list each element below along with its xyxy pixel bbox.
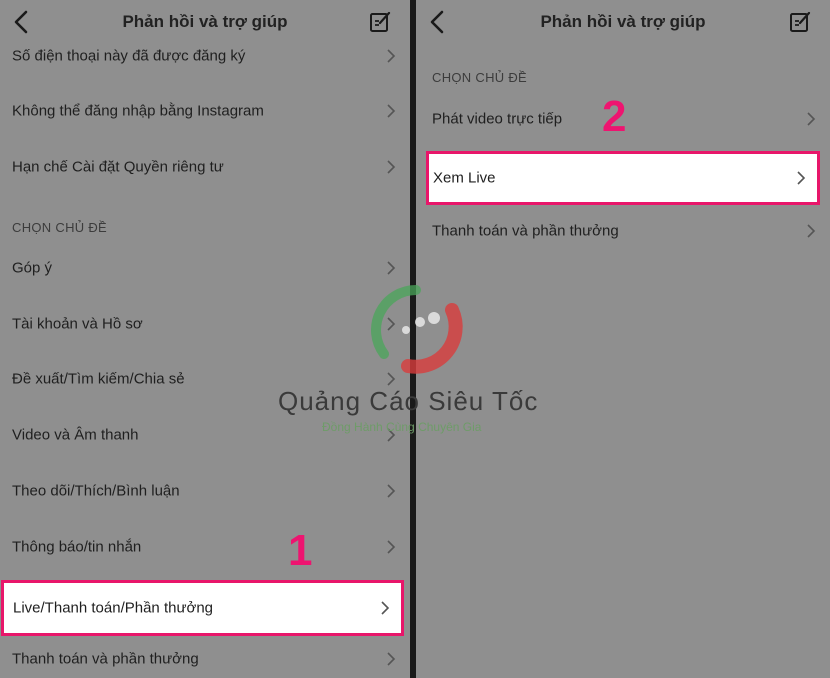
edit-note-icon[interactable]: [788, 10, 812, 34]
topic-item-watch-live[interactable]: Xem Live: [426, 151, 820, 205]
list-item-label: Thông báo/tin nhắn: [12, 538, 142, 556]
page-title: Phản hồi và trợ giúp: [540, 12, 706, 31]
chevron-right-icon: [387, 160, 396, 174]
chevron-right-icon: [387, 540, 396, 554]
topic-item-payments-rewards[interactable]: Thanh toán và phần thưởng: [0, 637, 410, 678]
left-screen: Phản hồi và trợ giúp Số điện thoại này đ…: [0, 0, 410, 678]
step-number-1: 1: [288, 526, 313, 575]
back-chevron-icon[interactable]: [426, 8, 450, 36]
topic-item-follow-like-comment[interactable]: Theo dõi/Thích/Bình luận: [0, 469, 410, 513]
list-item-label: Live/Thanh toán/Phần thưởng: [13, 599, 214, 617]
list-item-label: Góp ý: [12, 259, 53, 277]
chevron-right-icon: [387, 652, 396, 666]
chevron-right-icon: [797, 171, 806, 185]
section-label: CHỌN CHỦ ĐỀ: [432, 70, 528, 85]
list-item-label: Hạn chế Cài đặt Quyền riêng tư: [12, 158, 224, 176]
topic-item-payments-rewards[interactable]: Thanh toán và phần thưởng: [416, 209, 830, 253]
back-chevron-icon[interactable]: [10, 8, 34, 36]
list-item-label: Số điện thoại này đã được đăng ký: [12, 47, 246, 65]
watermark-tagline: Đồng Hành Cùng Chuyên Gia: [322, 420, 482, 434]
list-item-label: Đề xuất/Tìm kiếm/Chia sẻ: [12, 370, 185, 388]
step-number-2: 2: [602, 92, 627, 141]
watermark-logo: [371, 285, 463, 374]
topic-item-notifications-messages[interactable]: Thông báo/tin nhắn: [0, 525, 410, 569]
section-label: CHỌN CHỦ ĐỀ: [12, 220, 108, 235]
topic-item-account-profile[interactable]: Tài khoản và Hồ sơ: [0, 302, 410, 346]
list-item-label: Theo dõi/Thích/Bình luận: [12, 482, 180, 500]
list-item-phone-registered[interactable]: Số điện thoại này đã được đăng ký: [0, 34, 410, 78]
chevron-right-icon: [807, 112, 816, 126]
chevron-right-icon: [807, 224, 816, 238]
chevron-right-icon: [387, 484, 396, 498]
right-screen: Phản hồi và trợ giúp CHỌN CHỦ ĐỀ Phát vi…: [416, 0, 830, 678]
right-header: Phản hồi và trợ giúp: [416, 0, 830, 44]
topic-item-feedback[interactable]: Góp ý: [0, 246, 410, 290]
list-item-privacy-restrictions[interactable]: Hạn chế Cài đặt Quyền riêng tư: [0, 145, 410, 189]
topic-item-live-payments-rewards[interactable]: Live/Thanh toán/Phần thưởng: [1, 580, 404, 636]
chevron-right-icon: [381, 601, 390, 615]
edit-note-icon[interactable]: [368, 10, 392, 34]
list-item-label: Tài khoản và Hồ sơ: [12, 315, 143, 333]
list-item-label: Thanh toán và phần thưởng: [432, 222, 619, 240]
chevron-right-icon: [387, 49, 396, 63]
list-item-label: Video và Âm thanh: [12, 426, 139, 444]
list-item-instagram-login[interactable]: Không thể đăng nhập bằng Instagram: [0, 89, 410, 133]
list-item-label: Phát video trực tiếp: [432, 110, 563, 128]
page-title: Phản hồi và trợ giúp: [122, 12, 288, 31]
list-item-label: Không thể đăng nhập bằng Instagram: [12, 102, 264, 120]
list-item-label: Thanh toán và phần thưởng: [12, 650, 199, 668]
watermark-brand-text: Quảng Cáo Siêu Tốc: [278, 386, 539, 416]
chevron-right-icon: [387, 104, 396, 118]
list-item-label: Xem Live: [433, 169, 496, 187]
